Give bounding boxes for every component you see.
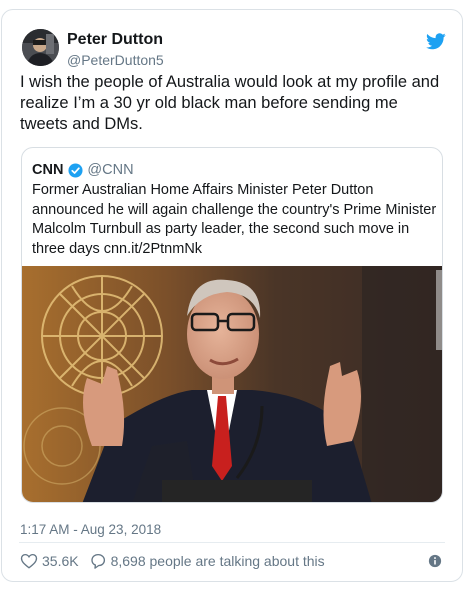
heart-icon[interactable] [20,552,38,570]
profile-avatar[interactable] [22,29,59,66]
tweet-timestamp[interactable]: 1:17 AM - Aug 23, 2018 [20,522,161,537]
quoted-tweet-text: Former Australian Home Affairs Minister … [32,182,437,257]
quoted-author-handle[interactable]: @CNN [87,162,133,178]
quoted-author-name[interactable]: CNN [32,162,63,178]
quoted-tweet-photo[interactable] [22,266,443,503]
info-icon[interactable] [428,554,442,568]
tweet-actions: 35.6K 8,698 people are talking about thi… [20,551,325,571]
verified-badge-icon [68,162,83,178]
talking-about-link[interactable]: 8,698 people are talking about this [111,553,325,569]
quoted-tweet[interactable]: CNN @CNN Former Australian Home Affairs … [21,147,443,503]
author-name[interactable]: Peter Dutton [67,31,163,49]
author-handle[interactable]: @PeterDutton5 [67,52,164,68]
tweet-text: I wish the people of Australia would loo… [20,73,440,133]
quoted-tweet-header: CNN @CNN [32,160,134,180]
divider [19,542,445,543]
like-count[interactable]: 35.6K [42,553,79,569]
speech-bubble-icon[interactable] [89,552,107,570]
twitter-bird-icon[interactable] [426,33,446,50]
